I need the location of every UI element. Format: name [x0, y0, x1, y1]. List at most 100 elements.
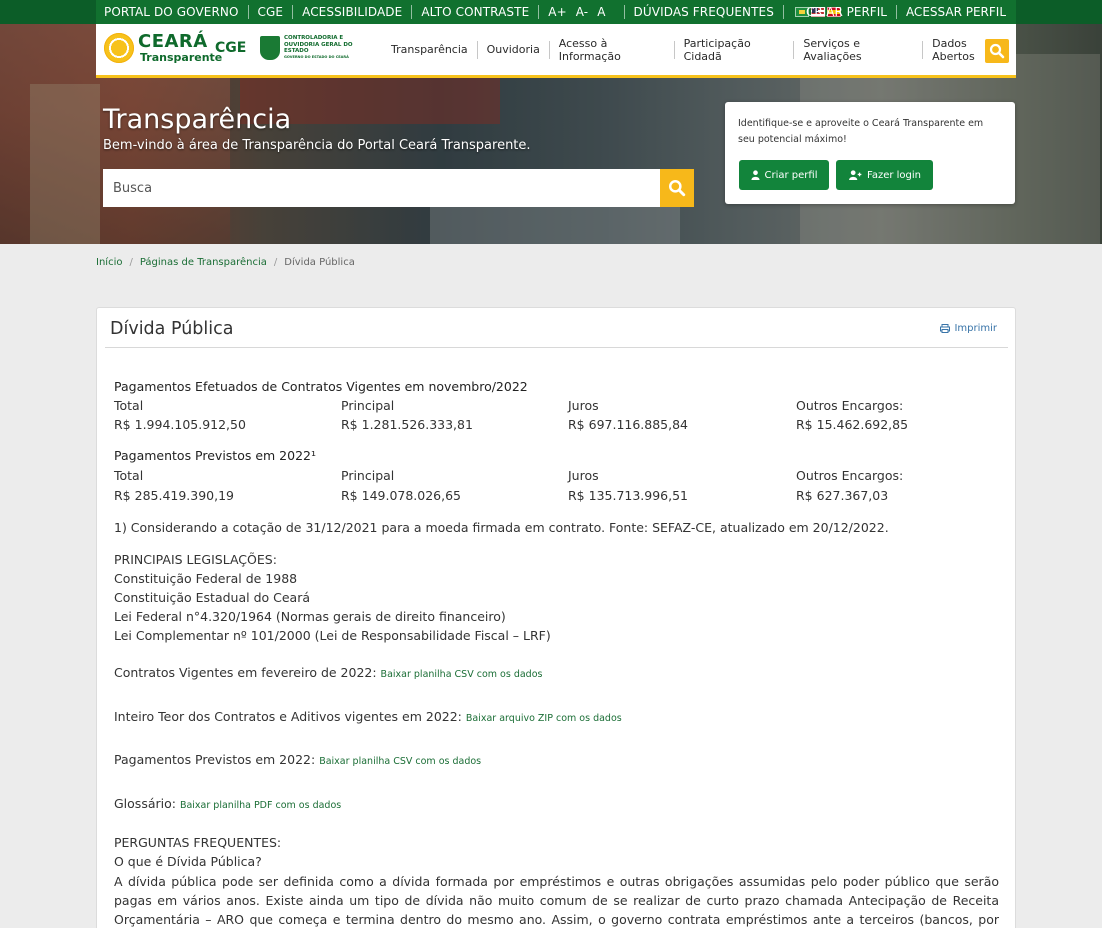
s2-value-principal: R$ 149.078.026,65	[341, 488, 462, 503]
divider	[247, 5, 249, 19]
hero-subtitle: Bem-vindo à área de Transparência do Por…	[103, 138, 531, 153]
divider	[538, 5, 540, 19]
menu-item-servicos-avaliacoes[interactable]: Serviços e Avaliações	[794, 37, 922, 63]
link-acessibilidade[interactable]: ACESSIBILIDADE	[302, 5, 402, 19]
breadcrumb-separator: /	[273, 257, 278, 268]
s2-label-outros: Outros Encargos:	[796, 468, 904, 483]
search-submit-button[interactable]	[660, 169, 694, 207]
search-icon	[669, 180, 686, 197]
s1-value-total: R$ 1.994.105.912,50	[114, 417, 246, 432]
page-title: Dívida Pública	[110, 319, 234, 339]
s1-value-principal: R$ 1.281.526.333,81	[341, 417, 473, 432]
section1-title: Pagamentos Efetuados de Contratos Vigent…	[114, 379, 528, 394]
download-csv-link[interactable]: Baixar planilha CSV com os dados	[319, 756, 481, 767]
divider	[895, 5, 897, 19]
faq-question: O que é Dívida Pública?	[114, 854, 262, 869]
faq-answer: A dívida pública pode ser definida como …	[114, 874, 999, 927]
s1-value-outros: R$ 15.462.692,85	[796, 417, 909, 432]
ceara-transparente-logo[interactable]: CEARÁ Transparente	[104, 33, 222, 63]
title-divider	[105, 347, 1008, 348]
login-button[interactable]: Fazer login	[836, 160, 933, 190]
breadcrumb-separator: /	[129, 257, 133, 268]
download-zip-link[interactable]: Baixar arquivo ZIP com os dados	[466, 713, 622, 724]
logo-text: CEARÁ Transparente	[138, 31, 223, 64]
link-cge[interactable]: CGE	[258, 5, 284, 19]
user-icon	[750, 170, 760, 180]
s1-value-juros: R$ 697.116.885,84	[568, 417, 689, 432]
logo-main-text: CEARÁ	[138, 31, 208, 52]
top-bar-right: CRIAR PERFIL ACESSAR PERFIL	[806, 0, 1006, 24]
download-row: Contratos Vigentes em fevereiro de 2022:…	[114, 665, 542, 680]
login-card-text: Identifique-se e aproveite o Ceará Trans…	[738, 118, 984, 145]
cge-subtitle: CONTROLADORIA E OUVIDORIA GERAL DO ESTAD…	[284, 35, 359, 60]
create-profile-button[interactable]: Criar perfil	[739, 160, 829, 190]
header-search-button[interactable]	[985, 39, 1009, 63]
link-criar-perfil[interactable]: CRIAR PERFIL	[806, 5, 887, 19]
section2-title: Pagamentos Previstos em 2022¹	[114, 448, 317, 463]
s1-label-principal: Principal	[341, 398, 395, 413]
main-menu: Transparência Ouvidoria Acesso à Informa…	[383, 24, 1016, 75]
download-label: Contratos Vigentes em fevereiro de 2022:	[114, 665, 377, 680]
download-row: Glossário: Baixar planilha PDF com os da…	[114, 796, 341, 811]
link-alto-contraste[interactable]: ALTO CONTRASTE	[421, 5, 529, 19]
menu-item-acesso-informacao[interactable]: Acesso à Informação	[550, 37, 674, 63]
top-bar-left: PORTAL DO GOVERNO CGE ACESSIBILIDADE ALT…	[104, 0, 841, 24]
main-navbar: CEARÁ Transparente CGE CONTROLADORIA E O…	[96, 24, 1016, 78]
font-reset-button[interactable]: A	[597, 5, 605, 19]
breadcrumb: Início / Páginas de Transparência / Dívi…	[96, 257, 355, 268]
s1-label-juros: Juros	[568, 398, 599, 413]
menu-item-transparencia[interactable]: Transparência	[383, 43, 477, 56]
faq-title: PERGUNTAS FREQUENTES:	[114, 835, 282, 850]
cge-subtitle-line: CONTROLADORIA E OUVIDORIA GERAL DO ESTAD…	[284, 35, 353, 54]
font-increase-button[interactable]: A+	[548, 5, 566, 19]
link-acessar-perfil[interactable]: ACESSAR PERFIL	[906, 5, 1006, 19]
legislation-item: Constituição Estadual do Ceará	[114, 590, 311, 605]
search-icon	[989, 43, 1005, 59]
top-bar: PORTAL DO GOVERNO CGE ACESSIBILIDADE ALT…	[0, 0, 1102, 24]
legislation-item: Constituição Federal de 1988	[114, 571, 298, 586]
divider	[292, 5, 294, 19]
footnote: 1) Considerando a cotação de 31/12/2021 …	[114, 520, 889, 535]
link-duvidas-frequentes[interactable]: DÚVIDAS FREQUENTES	[634, 5, 774, 19]
legislation-item: Lei Federal n°4.320/1964 (Normas gerais …	[114, 609, 506, 624]
font-decrease-button[interactable]: A-	[576, 5, 588, 19]
download-pdf-link[interactable]: Baixar planilha PDF com os dados	[180, 800, 341, 811]
state-shield-icon	[260, 36, 280, 60]
search-input[interactable]: Busca	[103, 169, 660, 207]
breadcrumb-current: Dívida Pública	[284, 257, 355, 268]
menu-item-participacao-cidada[interactable]: Participação Cidadã	[675, 37, 794, 63]
create-profile-label: Criar perfil	[764, 169, 818, 181]
download-csv-link[interactable]: Baixar planilha CSV com os dados	[381, 669, 543, 680]
download-label: Pagamentos Previstos em 2022:	[114, 752, 316, 767]
s2-value-total: R$ 285.419.390,19	[114, 488, 235, 503]
sun-logo-icon	[104, 33, 134, 63]
s1-label-total: Total	[114, 398, 144, 413]
cge-logo-text[interactable]: CGE	[215, 40, 246, 56]
logo-sub-text: Transparente	[140, 51, 223, 64]
legislation-item: Lei Complementar nº 101/2000 (Lei de Res…	[114, 628, 551, 643]
menu-item-ouvidoria[interactable]: Ouvidoria	[478, 43, 549, 56]
link-portal-governo[interactable]: PORTAL DO GOVERNO	[104, 5, 239, 19]
s2-label-juros: Juros	[568, 468, 599, 483]
user-plus-icon	[849, 170, 862, 180]
top-bar-inner: PORTAL DO GOVERNO CGE ACESSIBILIDADE ALT…	[96, 0, 1016, 24]
s2-label-principal: Principal	[341, 468, 395, 483]
hero-title: Transparência	[103, 104, 292, 135]
divider	[782, 5, 784, 19]
download-label: Inteiro Teor dos Contratos e Aditivos vi…	[114, 709, 462, 724]
print-label: Imprimir	[954, 323, 997, 334]
cge-subtitle-small: GOVERNO DO ESTADO DO CEARÁ	[284, 54, 349, 59]
s1-label-outros: Outros Encargos:	[796, 398, 904, 413]
breadcrumb-inicio[interactable]: Início	[96, 257, 122, 268]
breadcrumb-paginas-transparencia[interactable]: Páginas de Transparência	[140, 257, 267, 268]
download-row: Pagamentos Previstos em 2022: Baixar pla…	[114, 752, 481, 767]
login-card: Identifique-se e aproveite o Ceará Trans…	[725, 102, 1015, 204]
content-card: Dívida Pública Imprimir Pagamentos Efetu…	[96, 307, 1016, 928]
legislation-title: PRINCIPAIS LEGISLAÇÕES:	[114, 552, 277, 567]
download-row: Inteiro Teor dos Contratos e Aditivos vi…	[114, 709, 622, 724]
s2-value-outros: R$ 627.367,03	[796, 488, 889, 503]
divider	[623, 5, 625, 19]
login-label: Fazer login	[866, 169, 921, 181]
s2-label-total: Total	[114, 468, 144, 483]
print-link[interactable]: Imprimir	[940, 323, 997, 334]
